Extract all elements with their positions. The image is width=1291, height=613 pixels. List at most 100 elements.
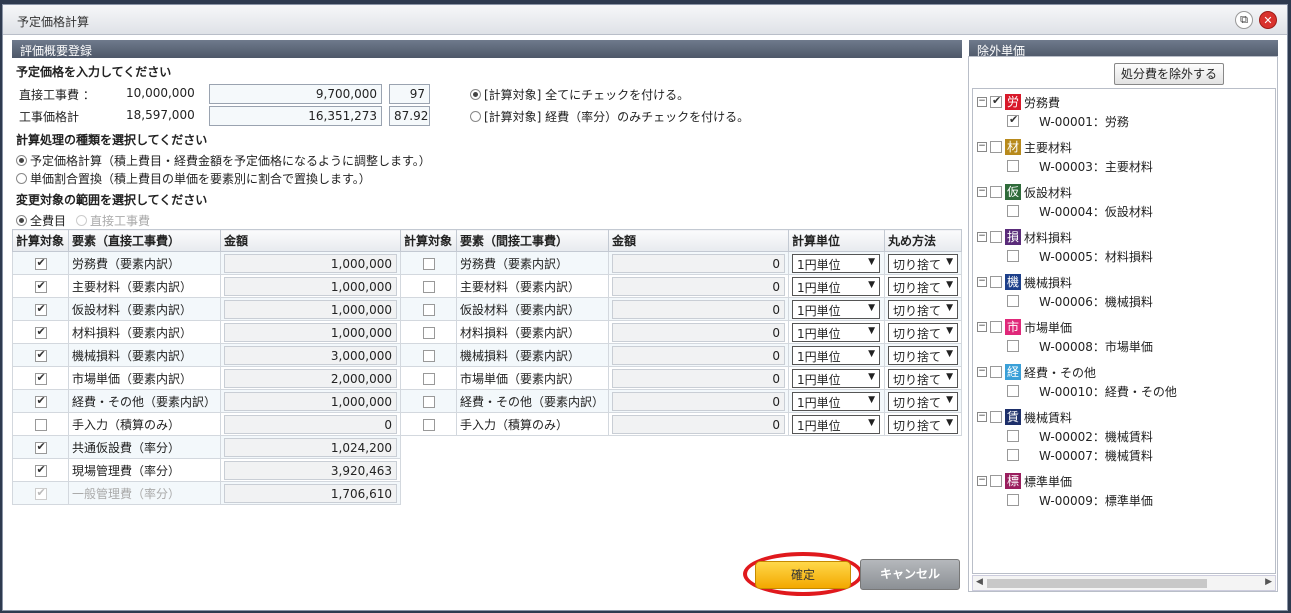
tree-item-checkbox[interactable] — [1007, 449, 1019, 461]
tree-item[interactable]: W-00001：労務 — [1007, 112, 1129, 130]
process-option-estimate[interactable]: 予定価格計算（積上費目・経費金額を予定価格になるように調整します。） — [16, 152, 431, 169]
scroll-left-icon[interactable]: ◀ — [976, 577, 983, 587]
radio-icon[interactable] — [470, 111, 481, 122]
check-expense-option[interactable]: [計算対象] 経費（率分）のみチェックを付ける。 — [470, 108, 749, 125]
unit-select[interactable]: 1円単位 ▼ — [792, 322, 880, 342]
collapse-icon[interactable]: − — [977, 142, 987, 152]
collapse-icon[interactable]: − — [977, 277, 987, 287]
range-option-all[interactable]: 全費目 — [16, 212, 66, 229]
unit-select[interactable]: 1円単位 ▼ — [792, 391, 880, 411]
tree-item-checkbox[interactable] — [1007, 205, 1019, 217]
tree-item[interactable]: W-00009：標準単価 — [1007, 491, 1153, 509]
tree-category[interactable]: − 賃 機械賃料 — [977, 408, 1072, 426]
rounding-select[interactable]: 切り捨て ▼ — [888, 414, 958, 434]
tree-item-checkbox[interactable] — [1007, 250, 1019, 262]
calc-target-checkbox[interactable] — [34, 325, 47, 339]
radio-icon[interactable] — [470, 89, 481, 100]
tree-category[interactable]: − 経 経費・その他 — [977, 363, 1096, 381]
restore-icon[interactable]: ⧉ — [1235, 11, 1253, 29]
tree-category[interactable]: − 標 標準単価 — [977, 472, 1072, 490]
unit-select[interactable]: 1円単位 ▼ — [792, 345, 880, 365]
calc-target-checkbox[interactable] — [34, 418, 47, 431]
tree-item-checkbox[interactable] — [1007, 385, 1019, 397]
tree-item-checkbox[interactable] — [1007, 113, 1019, 127]
check-all-option[interactable]: [計算対象] 全てにチェックを付ける。 — [470, 86, 689, 103]
collapse-icon[interactable]: − — [977, 232, 987, 242]
indirect-calc-target-checkbox[interactable] — [422, 349, 435, 362]
exclude-disposal-button[interactable]: 処分費を除外する — [1114, 63, 1224, 85]
scroll-thumb[interactable] — [987, 579, 1207, 588]
tree-item[interactable]: W-00003：主要材料 — [1007, 157, 1153, 175]
scroll-right-icon[interactable]: ▶ — [1265, 577, 1272, 587]
rounding-select[interactable]: 切り捨て ▼ — [888, 345, 958, 365]
tree-category-checkbox[interactable] — [990, 475, 1002, 487]
calc-target-checkbox[interactable] — [34, 394, 47, 408]
indirect-calc-target-checkbox[interactable] — [422, 395, 435, 408]
tree-item[interactable]: W-00004：仮設材料 — [1007, 202, 1153, 220]
indirect-calc-target-checkbox[interactable] — [422, 257, 435, 270]
tree-item-checkbox[interactable] — [1007, 430, 1019, 442]
tree-category-checkbox[interactable] — [990, 231, 1002, 243]
tree-category-checkbox[interactable] — [990, 186, 1002, 198]
tree-item[interactable]: W-00008：市場単価 — [1007, 337, 1153, 355]
tree-item-checkbox[interactable] — [1007, 494, 1019, 506]
rounding-select[interactable]: 切り捨て ▼ — [888, 253, 958, 273]
radio-icon[interactable] — [16, 215, 27, 226]
rounding-select[interactable]: 切り捨て ▼ — [888, 299, 958, 319]
cancel-button[interactable]: キャンセル — [860, 559, 960, 590]
calc-target-checkbox[interactable] — [34, 348, 47, 362]
tree-category[interactable]: − 仮 仮設材料 — [977, 183, 1072, 201]
rounding-select[interactable]: 切り捨て ▼ — [888, 368, 958, 388]
calc-target-checkbox[interactable] — [34, 302, 47, 316]
indirect-calc-target-checkbox[interactable] — [422, 372, 435, 385]
process-option-replace[interactable]: 単価割合置換（積上費目の単価を要素別に割合で置換します。） — [16, 170, 371, 187]
tree-category-checkbox[interactable] — [990, 276, 1002, 288]
direct-cost-ratio-input[interactable]: 97 — [389, 84, 430, 104]
total-cost-input[interactable]: 16,351,273 — [209, 106, 382, 126]
direct-cost-input[interactable]: 9,700,000 — [209, 84, 382, 104]
rounding-select[interactable]: 切り捨て ▼ — [888, 276, 958, 296]
tree-category-checkbox[interactable] — [990, 411, 1002, 423]
unit-select[interactable]: 1円単位 ▼ — [792, 253, 880, 273]
tree-scrollbar[interactable]: ◀ ▶ — [972, 575, 1276, 591]
rounding-select[interactable]: 切り捨て ▼ — [888, 322, 958, 342]
confirm-button[interactable]: 確定 — [755, 561, 851, 589]
tree-item-checkbox[interactable] — [1007, 160, 1019, 172]
tree-item-checkbox[interactable] — [1007, 340, 1019, 352]
indirect-calc-target-checkbox[interactable] — [422, 418, 435, 431]
collapse-icon[interactable]: − — [977, 97, 987, 107]
calc-target-checkbox[interactable] — [34, 279, 47, 293]
tree-category[interactable]: − 損 材料損料 — [977, 228, 1072, 246]
indirect-calc-target-checkbox[interactable] — [422, 303, 435, 316]
tree-category-checkbox[interactable] — [990, 94, 1002, 108]
collapse-icon[interactable]: − — [977, 187, 987, 197]
close-icon[interactable]: ✕ — [1259, 11, 1277, 29]
tree-category[interactable]: − 機 機械損料 — [977, 273, 1072, 291]
tree-item[interactable]: W-00010：経費・その他 — [1007, 382, 1177, 400]
rounding-select[interactable]: 切り捨て ▼ — [888, 391, 958, 411]
unit-select[interactable]: 1円単位 ▼ — [792, 276, 880, 296]
collapse-icon[interactable]: − — [977, 322, 987, 332]
radio-icon[interactable] — [16, 155, 27, 166]
collapse-icon[interactable]: − — [977, 412, 987, 422]
tree-item[interactable]: W-00006：機械損料 — [1007, 292, 1153, 310]
collapse-icon[interactable]: − — [977, 367, 987, 377]
tree-category-checkbox[interactable] — [990, 141, 1002, 153]
total-cost-ratio-input[interactable]: 87.92 — [389, 106, 430, 126]
calc-target-checkbox[interactable] — [34, 256, 47, 270]
radio-icon[interactable] — [16, 173, 27, 184]
tree-item[interactable]: W-00007：機械賃料 — [1007, 446, 1153, 464]
indirect-calc-target-checkbox[interactable] — [422, 280, 435, 293]
tree-category-checkbox[interactable] — [990, 366, 1002, 378]
tree-category-checkbox[interactable] — [990, 321, 1002, 333]
collapse-icon[interactable]: − — [977, 476, 987, 486]
unit-select[interactable]: 1円単位 ▼ — [792, 414, 880, 434]
tree-item[interactable]: W-00005：材料損料 — [1007, 247, 1153, 265]
tree-category[interactable]: − 労 労務費 — [977, 93, 1060, 111]
tree-category[interactable]: − 材 主要材料 — [977, 138, 1072, 156]
tree-item-checkbox[interactable] — [1007, 295, 1019, 307]
indirect-calc-target-checkbox[interactable] — [422, 326, 435, 339]
tree-item[interactable]: W-00002：機械賃料 — [1007, 427, 1153, 445]
tree-category[interactable]: − 市 市場単価 — [977, 318, 1072, 336]
unit-select[interactable]: 1円単位 ▼ — [792, 299, 880, 319]
